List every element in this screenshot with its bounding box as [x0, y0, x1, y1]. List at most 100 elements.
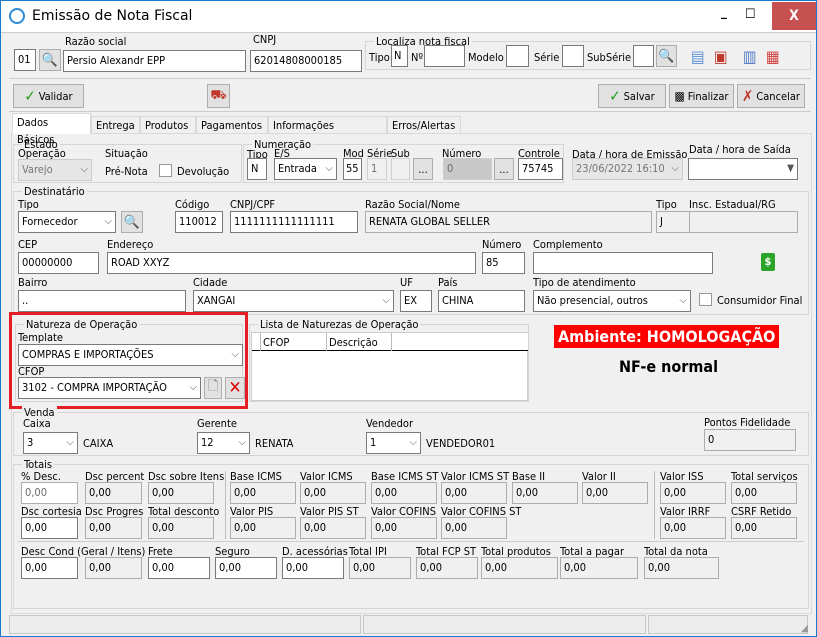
close-button[interactable]: X	[772, 2, 816, 30]
desc-cond-geral-itens-field[interactable]: 0,00	[21, 557, 78, 579]
localiza-serie-field[interactable]	[562, 45, 584, 67]
total-desconto-field: 0,00	[148, 517, 214, 539]
cidade-select[interactable]: XANGAI ⌵	[193, 290, 394, 312]
resize-grip-icon[interactable]: ◢	[801, 623, 808, 634]
caixa-select[interactable]: 3 ⌵	[23, 432, 78, 454]
header-divider	[9, 78, 811, 79]
company-search-button[interactable]: 🔍	[39, 49, 61, 71]
localiza-numero-field[interactable]	[424, 45, 465, 67]
printer-icon[interactable]: ▣	[714, 47, 728, 66]
grid-column-descricao[interactable]: Descrição	[329, 336, 378, 349]
valor-icms-st-field: 0,00	[441, 482, 507, 504]
valor-pis-st-field: 0,00	[300, 517, 366, 539]
cnpj-field[interactable]: 62014808000185	[250, 50, 362, 72]
finalizar-button-label: Finalizar	[687, 89, 729, 103]
csrf-retido-field: 0,00	[731, 517, 797, 539]
field-label: Código	[175, 198, 210, 211]
chevron-down-icon: ▼	[787, 163, 794, 174]
d-acesso-rias-field[interactable]: 0,00	[282, 557, 344, 579]
validar-button-label: Validar	[38, 89, 73, 103]
valor-icms-field: 0,00	[300, 482, 366, 504]
validar-button[interactable]: ✓ Validar	[13, 84, 84, 108]
cep-field[interactable]: 00000000	[18, 252, 99, 274]
cnpj-cpf-field[interactable]: 1111111111111111	[230, 211, 358, 233]
bairro-field[interactable]: ..	[18, 290, 186, 312]
select-value: Fornecedor	[22, 215, 78, 228]
total-servic-os-field: 0,00	[731, 482, 797, 504]
tab-entrega[interactable]: Entrega	[91, 116, 140, 134]
chevron-down-icon: ⌵	[671, 163, 679, 174]
sub-ellipsis-button[interactable]: ...	[413, 158, 433, 180]
cancel-x-icon: ✗	[742, 87, 754, 105]
minimize-button[interactable]: _	[721, 5, 727, 20]
valor-iss-field: 0,00	[660, 482, 726, 504]
field-label: Bairro	[18, 276, 48, 289]
status-bar-panel	[648, 615, 808, 634]
endereco-field[interactable]: ROAD XXYZ	[107, 252, 476, 274]
dollar-icon[interactable]: $	[761, 253, 775, 271]
controle-field[interactable]: 75745	[518, 158, 563, 180]
gerente-select[interactable]: 12 ⌵	[197, 432, 250, 454]
localiza-subserie-field[interactable]	[633, 45, 654, 67]
finalizar-button[interactable]: ▩ Finalizar	[669, 84, 734, 108]
salvar-button[interactable]: ✓ Salvar	[598, 84, 666, 108]
tab-produtos[interactable]: Produtos	[140, 116, 196, 134]
es-select[interactable]: Entrada ⌵	[274, 158, 337, 180]
tipo-atendimento-select[interactable]: Não presencial, outros ⌵	[533, 290, 691, 312]
tab-informa-es-adicionais[interactable]: Informações Adicionais	[268, 116, 387, 149]
document-icon[interactable]: ▥	[743, 47, 757, 66]
localiza-modelo-field[interactable]	[506, 45, 529, 67]
maximize-button[interactable]: ☐	[745, 7, 756, 22]
consumidor-final-checkbox[interactable]	[699, 293, 712, 306]
uf-field[interactable]: EX	[400, 290, 432, 312]
company-code-field[interactable]: 01	[14, 49, 36, 71]
seguro-field[interactable]: 0,00	[215, 557, 277, 579]
numeracao-tipo-field[interactable]: N	[247, 158, 267, 180]
dsc-cortesia-field[interactable]: 0,00	[21, 517, 78, 539]
toolbar-divider	[9, 111, 811, 112]
base-icms-field: 0,00	[230, 482, 296, 504]
pontos-fidelidade-field: 0	[704, 429, 796, 451]
main-window: Emissão de Nota Fiscal _ ☐ X 01 🔍 Razão so…	[0, 0, 817, 637]
pessoa-tipo-field: J	[656, 211, 693, 233]
localiza-tipo-field[interactable]: N	[391, 45, 408, 67]
highlight-box	[9, 312, 248, 409]
grid-icon[interactable]: ▦	[766, 47, 780, 66]
localiza-search-button[interactable]: 🔍	[656, 45, 677, 67]
select-value: XANGAI	[197, 294, 236, 307]
search-icon: 🔍	[658, 48, 675, 64]
desc-field[interactable]: 0,00	[21, 482, 78, 504]
devolucao-checkbox[interactable]	[159, 164, 172, 177]
notes-icon[interactable]: ▤	[691, 47, 705, 66]
dsc-sobre-itens-field: 0,00	[148, 482, 214, 504]
naturezas-grid[interactable]: CFOP Descrição	[251, 332, 528, 401]
field-label: Modelo	[468, 51, 504, 64]
truck-button[interactable]: ⛟	[207, 84, 230, 108]
field-label: Pontos Fidelidade	[704, 416, 791, 429]
grid-column-cfop[interactable]: CFOP	[263, 336, 289, 349]
cancelar-button[interactable]: ✗ Cancelar	[737, 84, 805, 108]
select-value: 23/06/2022 16:10	[576, 162, 665, 175]
pais-field[interactable]: CHINA	[438, 290, 525, 312]
complemento-field[interactable]	[533, 252, 713, 274]
field-label: Número	[482, 238, 522, 251]
frete-field[interactable]: 0,00	[148, 557, 210, 579]
codigo-field[interactable]: 110012	[175, 211, 223, 233]
tab-dados-b-sicos[interactable]: Dados Básicos	[12, 113, 91, 146]
tab-erros-alertas[interactable]: Erros/Alertas	[387, 116, 461, 134]
tab-pagamentos[interactable]: Pagamentos	[196, 116, 268, 134]
chevron-down-icon: ⌵	[104, 216, 112, 227]
endereco-numero-field[interactable]: 85	[482, 252, 525, 274]
header-divider	[1, 32, 816, 33]
razao-social-field[interactable]: Persio Alexandr EPP	[63, 50, 246, 72]
field-label: Caixa	[23, 417, 51, 430]
destinatario-search-button[interactable]: 🔍	[121, 211, 143, 233]
vendedor-select[interactable]: 1 ⌵	[366, 432, 421, 454]
totais-divider	[18, 541, 804, 542]
numero-ellipsis-button[interactable]: ...	[494, 158, 514, 180]
search-icon: 🔍	[41, 52, 59, 68]
saida-datetime[interactable]: ▼	[688, 158, 798, 180]
destinatario-tipo-select[interactable]: Fornecedor ⌵	[18, 211, 116, 233]
mod-field[interactable]: 55	[343, 158, 362, 180]
total-fcp-st-field: 0,00	[416, 557, 478, 579]
